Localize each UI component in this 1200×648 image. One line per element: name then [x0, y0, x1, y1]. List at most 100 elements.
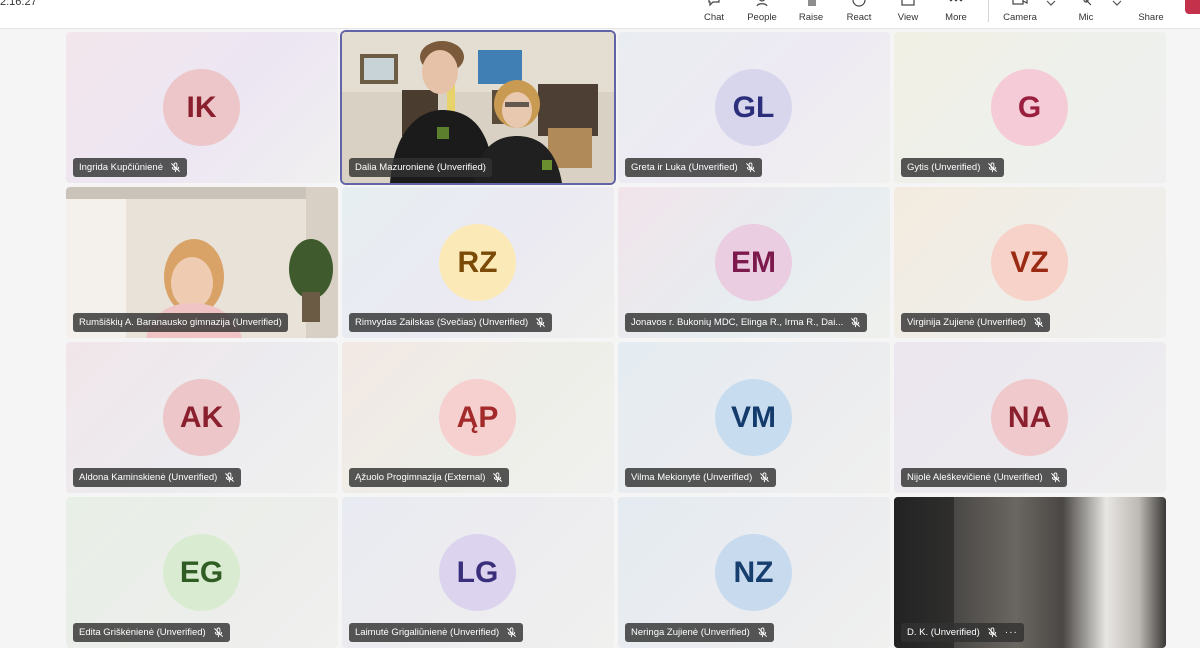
- leave-button[interactable]: [1185, 0, 1200, 14]
- participant-tile[interactable]: G Gytis (Unverified): [894, 32, 1166, 183]
- camera-label: Camera: [1003, 12, 1037, 23]
- mic-muted-icon: [171, 162, 180, 173]
- participant-name-tag: Aldona Kaminskienė (Unverified): [73, 468, 242, 487]
- participant-name-tag: Virginija Zujienė (Unverified): [901, 313, 1051, 332]
- participant-name-tag: Vilma Mekionytė (Unverified): [625, 468, 777, 487]
- view-button[interactable]: View: [886, 0, 930, 26]
- participant-tile[interactable]: GL Greta ir Luka (Unverified): [618, 32, 890, 183]
- avatar: EM: [715, 224, 792, 301]
- participant-tile-video[interactable]: Dalia Mazuronienė (Unverified): [342, 32, 614, 183]
- participant-tile[interactable]: EM Jonavos r. Bukonių MDC, Elinga R., Ir…: [618, 187, 890, 338]
- camera-button[interactable]: Camera: [998, 0, 1042, 26]
- share-button[interactable]: Share: [1129, 0, 1173, 26]
- react-icon: [837, 0, 881, 12]
- mic-muted-icon: [988, 162, 998, 173]
- participant-name-tag: Neringa Zujienė (Unverified): [625, 623, 774, 642]
- chat-label: Chat: [703, 12, 725, 23]
- participant-name: Edita Griškėnienė (Unverified): [79, 627, 206, 638]
- mic-muted-icon: [536, 317, 546, 328]
- mic-muted-icon: [213, 627, 223, 638]
- participant-name-tag: Rumšiškių A. Baranausko gimnazija (Unver…: [73, 313, 288, 332]
- people-icon: [740, 0, 784, 12]
- chat-button[interactable]: Chat: [692, 0, 736, 26]
- camera-options-chevron-icon[interactable]: [1044, 0, 1058, 10]
- participant-tile[interactable]: AK Aldona Kaminskienė (Unverified): [66, 342, 338, 493]
- participant-tile[interactable]: NA Nijolė Aleškevičienė (Unverified): [894, 342, 1166, 493]
- camera-icon: [998, 0, 1042, 12]
- mic-muted-icon: [493, 472, 503, 483]
- participant-name-tag: Rimvydas Zailskas (Svečias) (Unverified): [349, 313, 553, 332]
- participant-name: Rumšiškių A. Baranausko gimnazija (Unver…: [79, 317, 282, 328]
- participant-tile-video[interactable]: D. K. (Unverified) ···: [894, 497, 1166, 648]
- avatar: AK: [163, 379, 240, 456]
- participant-name-tag: Greta ir Luka (Unverified): [625, 158, 762, 177]
- mic-muted-icon: [851, 317, 861, 328]
- people-label: People: [747, 12, 777, 23]
- participant-name: D. K. (Unverified): [907, 627, 980, 638]
- more-label: More: [945, 12, 967, 23]
- mic-muted-icon: [745, 162, 755, 173]
- participant-more-options[interactable]: ···: [1005, 627, 1018, 638]
- share-label: Share: [1138, 12, 1164, 23]
- more-button[interactable]: More: [934, 0, 978, 26]
- raise-label: Raise: [798, 12, 824, 23]
- avatar: VM: [715, 379, 792, 456]
- react-label: React: [846, 12, 872, 23]
- raise-hand-icon: [789, 0, 833, 12]
- avatar: NZ: [715, 534, 792, 611]
- avatar: GL: [715, 69, 792, 146]
- share-icon: [1129, 0, 1173, 12]
- participant-name-tag: Laimutė Grigaliūnienė (Unverified): [349, 623, 524, 642]
- participant-tile[interactable]: ĄP Ąžuolo Progimnazija (External): [342, 342, 614, 493]
- participant-tile[interactable]: EG Edita Griškėnienė (Unverified): [66, 497, 338, 648]
- avatar: IK: [163, 69, 240, 146]
- participant-name: Greta ir Luka (Unverified): [631, 162, 738, 173]
- mic-muted-icon: [507, 627, 517, 638]
- people-button[interactable]: People: [740, 0, 784, 26]
- raise-hand-button[interactable]: Raise: [789, 0, 833, 26]
- participant-name-tag: Nijolė Aleškevičienė (Unverified): [901, 468, 1067, 487]
- mic-label: Mic: [1078, 12, 1094, 23]
- avatar: LG: [439, 534, 516, 611]
- participant-name-tag: Ąžuolo Progimnazija (External): [349, 468, 510, 487]
- mic-muted-icon: [225, 472, 235, 483]
- participant-tile[interactable]: NZ Neringa Zujienė (Unverified): [618, 497, 890, 648]
- participant-name: Gytis (Unverified): [907, 162, 981, 173]
- participant-tile[interactable]: VZ Virginija Zujienė (Unverified): [894, 187, 1166, 338]
- participant-name: Nijolė Aleškevičienė (Unverified): [907, 472, 1043, 483]
- participant-name-tag: Edita Griškėnienė (Unverified): [73, 623, 230, 642]
- mic-button[interactable]: Mic: [1064, 0, 1108, 26]
- participant-name: Ąžuolo Progimnazija (External): [355, 472, 486, 483]
- participant-tile[interactable]: LG Laimutė Grigaliūnienė (Unverified): [342, 497, 614, 648]
- toolbar-divider: [988, 0, 989, 22]
- participant-tile-video[interactable]: Rumšiškių A. Baranausko gimnazija (Unver…: [66, 187, 338, 338]
- avatar: VZ: [991, 224, 1068, 301]
- mic-muted-icon: [1050, 472, 1060, 483]
- more-icon: [934, 0, 978, 12]
- meeting-timer: 2:16:27: [0, 0, 37, 8]
- mic-muted-icon: [987, 627, 997, 638]
- mic-muted-icon: [757, 627, 767, 638]
- avatar: NA: [991, 379, 1068, 456]
- mic-options-chevron-icon[interactable]: [1110, 0, 1124, 10]
- participant-name: Vilma Mekionytė (Unverified): [631, 472, 753, 483]
- participant-tile[interactable]: VM Vilma Mekionytė (Unverified): [618, 342, 890, 493]
- participant-tile[interactable]: RZ Rimvydas Zailskas (Svečias) (Unverifi…: [342, 187, 614, 338]
- participant-name: Ingrida Kupčiūnienė: [79, 162, 163, 173]
- participant-name: Laimutė Grigaliūnienė (Unverified): [355, 627, 500, 638]
- participant-name-tag: Jonavos r. Bukonių MDC, Elinga R., Irma …: [625, 313, 868, 332]
- react-button[interactable]: React: [837, 0, 881, 26]
- participant-tile[interactable]: IK Ingrida Kupčiūnienė: [66, 32, 338, 183]
- view-icon: [886, 0, 930, 12]
- participant-name-tag: Gytis (Unverified): [901, 158, 1005, 177]
- participant-name: Virginija Zujienė (Unverified): [907, 317, 1027, 328]
- participant-name-tag: Ingrida Kupčiūnienė: [73, 158, 187, 177]
- mic-icon: [1064, 0, 1108, 12]
- participant-name: Neringa Zujienė (Unverified): [631, 627, 750, 638]
- avatar: RZ: [439, 224, 516, 301]
- mic-muted-icon: [760, 472, 770, 483]
- avatar: ĄP: [439, 379, 516, 456]
- participant-name-tag: Dalia Mazuronienė (Unverified): [349, 158, 492, 177]
- mic-muted-icon: [1034, 317, 1044, 328]
- participant-name: Jonavos r. Bukonių MDC, Elinga R., Irma …: [631, 317, 844, 328]
